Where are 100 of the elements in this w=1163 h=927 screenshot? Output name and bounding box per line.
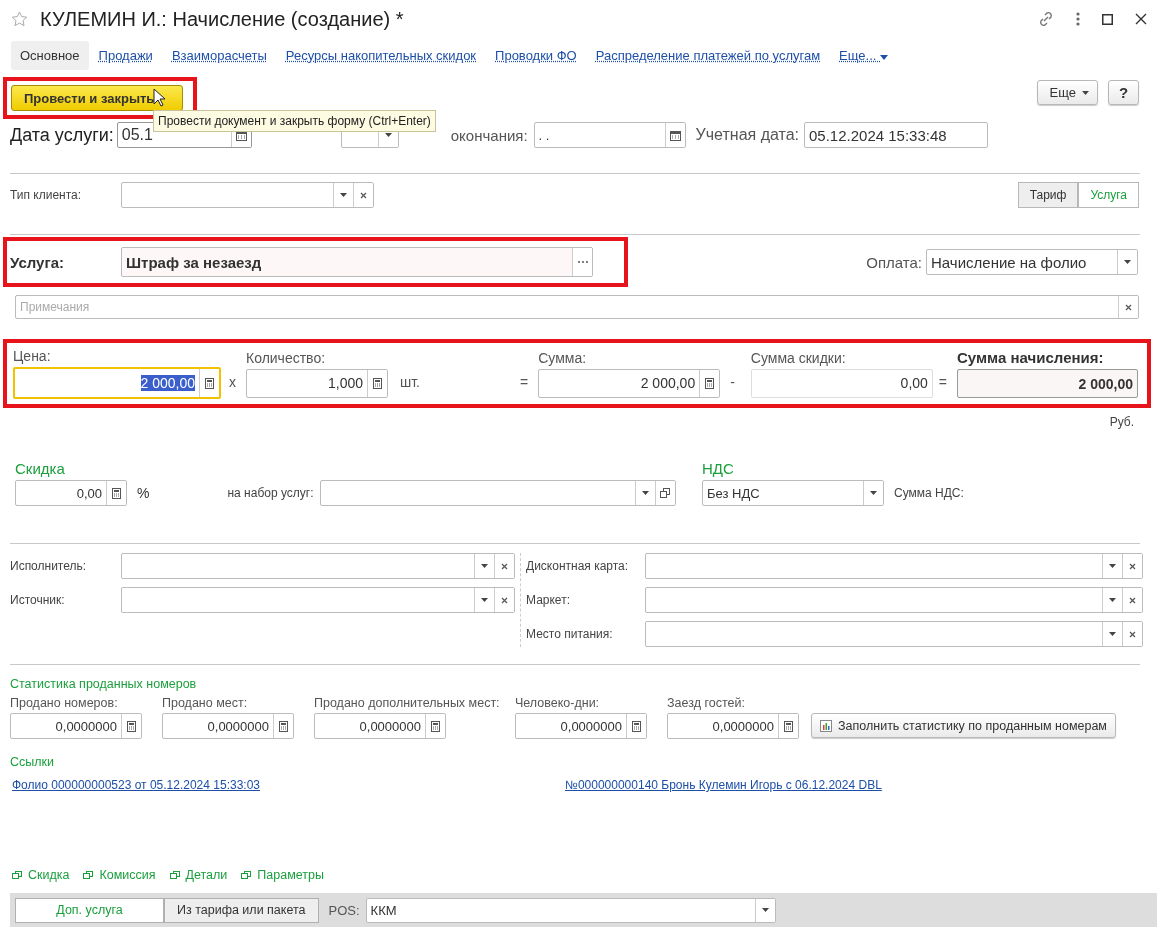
star-icon[interactable]	[11, 11, 28, 27]
dropdown-button[interactable]	[863, 481, 883, 505]
field-label: Цена:	[13, 348, 52, 364]
close-icon[interactable]	[1135, 13, 1147, 25]
clear-button[interactable]	[1122, 588, 1142, 612]
expand-icon	[12, 871, 22, 879]
clear-button[interactable]	[494, 588, 514, 612]
operator-sign: =	[938, 373, 948, 390]
percent-sign: %	[137, 485, 150, 501]
clear-button[interactable]	[494, 554, 514, 578]
input-field[interactable]: 2 000,00	[538, 368, 721, 398]
input-field[interactable]: . .	[533, 122, 686, 148]
expand-icon	[83, 871, 94, 879]
calculator-icon	[112, 487, 121, 499]
tab[interactable]: Еще...	[830, 40, 897, 70]
operator-sign: =	[520, 373, 529, 390]
help-button[interactable]: ?	[1108, 80, 1139, 105]
tab[interactable]: Распределение платежей по услугам	[586, 40, 830, 70]
caret-icon	[340, 193, 347, 197]
input-field[interactable]: ККМ	[365, 897, 776, 923]
mode-toggle[interactable]: Услуга	[1078, 182, 1139, 208]
input-field[interactable]: 05.12.2024 15:33:48	[804, 122, 988, 148]
input-field[interactable]	[645, 553, 1143, 579]
caret-icon	[761, 908, 769, 912]
calculator-button[interactable]	[778, 714, 798, 738]
caret-icon	[1109, 632, 1116, 636]
clear-button[interactable]	[1122, 554, 1142, 578]
input-field[interactable]: 0,00	[15, 480, 127, 506]
input-field[interactable]: 2 000,00	[957, 369, 1139, 398]
input-field[interactable]	[121, 182, 374, 208]
input-field[interactable]	[121, 553, 515, 579]
input-field[interactable]	[319, 480, 676, 506]
tab[interactable]: Проводки ФО	[486, 40, 586, 70]
calculator-button[interactable]	[425, 714, 445, 738]
input-field[interactable]: 0,0000000	[10, 713, 142, 739]
select-button[interactable]	[572, 248, 592, 276]
section-toggle[interactable]: Параметры	[241, 868, 324, 882]
tab[interactable]: Взаиморасчеты	[162, 40, 276, 70]
calendar-button[interactable]	[664, 123, 685, 147]
calculator-button[interactable]	[121, 714, 141, 738]
fill-statistics-button[interactable]: Заполнить статистику по проданным номерам	[811, 713, 1116, 738]
input-field[interactable]: 0,0000000	[667, 713, 799, 739]
input-field[interactable]: 0,00	[750, 368, 933, 398]
operator-sign: -	[730, 373, 735, 390]
input-field[interactable]: 2 000,00	[13, 367, 221, 399]
field-label: Продано мест:	[162, 696, 248, 710]
calculator-button[interactable]	[273, 714, 293, 738]
clear-button[interactable]	[1122, 622, 1142, 646]
input-field[interactable]	[645, 587, 1143, 613]
document-link[interactable]: Фолио 000000000523 от 05.12.2024 15:33:03	[12, 778, 260, 792]
operator-sign: шт.	[400, 373, 420, 390]
calculator-button[interactable]	[106, 481, 126, 505]
tab[interactable]: Ресурсы накопительных скидок	[276, 40, 486, 70]
more-button[interactable]: Еще	[1036, 80, 1098, 105]
clear-icon	[501, 596, 508, 604]
input-field[interactable]: Начисление на фолио	[926, 249, 1138, 275]
field-label: Тип клиента:	[10, 188, 83, 202]
section-toggle[interactable]: Скидка	[12, 868, 70, 882]
input-field[interactable]: 0,0000000	[515, 713, 647, 739]
clear-button[interactable]	[353, 183, 373, 207]
dropdown-button[interactable]	[754, 898, 775, 922]
field-label: Сумма НДС:	[894, 486, 964, 500]
calculator-button[interactable]	[626, 714, 646, 738]
field-label: Учетная дата:	[695, 126, 799, 144]
caret-icon	[1082, 90, 1089, 95]
clear-icon	[1129, 596, 1136, 604]
field-label: Услуга:	[10, 253, 65, 271]
link-icon[interactable]	[1038, 11, 1054, 27]
calculator-button[interactable]	[699, 369, 720, 397]
open-button[interactable]	[654, 481, 675, 505]
section-toggle[interactable]: Комиссия	[83, 868, 156, 882]
input-field[interactable]	[645, 621, 1143, 647]
input-field[interactable]	[121, 587, 515, 613]
caret-icon	[1124, 260, 1131, 264]
calculator-icon	[632, 720, 641, 732]
maximize-icon[interactable]	[1102, 13, 1113, 25]
mode-toggle[interactable]: Доп. услуга	[15, 897, 164, 923]
menu-icon[interactable]	[1076, 12, 1080, 26]
section-title: Скидка	[15, 460, 66, 477]
mode-toggle[interactable]: Тариф	[1017, 182, 1079, 208]
tab[interactable]: Основное	[11, 40, 89, 70]
tab[interactable]: Продажи	[89, 40, 162, 70]
input-field[interactable]: 0,0000000	[162, 713, 294, 739]
input-field[interactable]: 0,0000000	[314, 713, 446, 739]
input-field[interactable]: Штраф за незаезд	[121, 247, 593, 277]
field-label: Дисконтная карта:	[526, 559, 630, 573]
input-field[interactable]: 1,000	[246, 368, 388, 398]
window-title: КУЛЕМИН И.: Начисление (создание) *	[40, 7, 404, 31]
clear-button[interactable]	[1118, 296, 1138, 318]
field-label: Исполнитель:	[10, 559, 88, 573]
document-link[interactable]: №000000000140 Бронь Кулемин Игорь с 06.12.2024 DBL	[565, 778, 882, 792]
input-field[interactable]: Без НДС	[702, 480, 884, 506]
cursor-icon	[153, 88, 166, 107]
field-label: Дата услуги:	[10, 124, 114, 146]
calculator-icon	[784, 720, 793, 732]
calculator-button[interactable]	[367, 369, 387, 397]
dropdown-button[interactable]	[1117, 250, 1137, 274]
post-and-close-button[interactable]: Провести и закрыть	[11, 85, 183, 111]
mode-toggle[interactable]: Из тарифа или пакета	[164, 897, 319, 923]
section-toggle[interactable]: Детали	[169, 868, 228, 882]
